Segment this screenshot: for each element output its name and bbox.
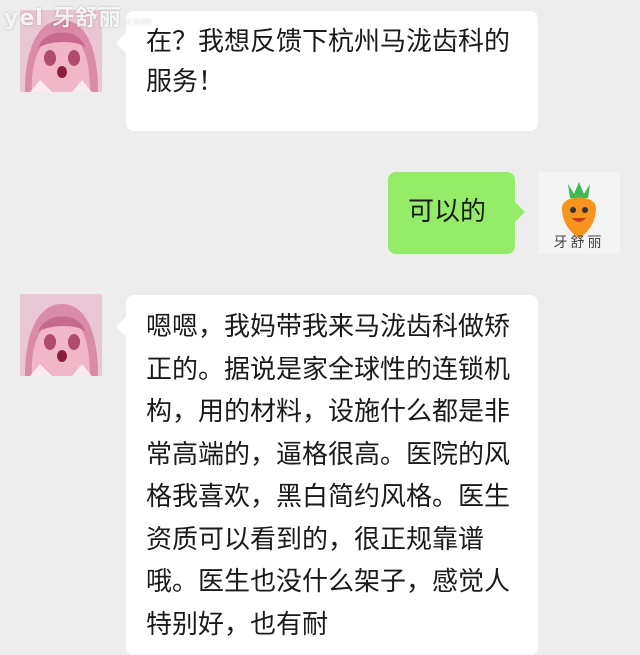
- brand-avatar[interactable]: 牙舒丽: [538, 172, 620, 254]
- message-bubble-incoming[interactable]: 嗯嗯，我妈带我来马泷齿科做矫正的。据说是家全球性的连锁机构，用的材料，设施什么都…: [116, 295, 538, 655]
- watermark-logo: yel 牙舒丽.com: [4, 0, 153, 32]
- user-avatar[interactable]: [20, 294, 102, 376]
- watermark-domain: .com: [121, 15, 153, 28]
- bubble-tail: [116, 317, 126, 337]
- bubble-tail: [116, 33, 126, 53]
- message-bubble-incoming[interactable]: 在？我想反馈下杭州马泷齿科的服务！: [116, 11, 538, 131]
- watermark-site: 牙舒丽: [52, 6, 122, 31]
- anime-girl-avatar-icon: [20, 294, 102, 376]
- brand-avatar-label: 牙舒丽: [553, 235, 605, 251]
- watermark-brand: yel: [4, 6, 44, 31]
- bubble-tail: [515, 202, 525, 222]
- message-text: 在？我想反馈下杭州马泷齿科的服务！: [146, 27, 511, 97]
- message-text: 可以的: [408, 197, 487, 227]
- message-bubble-outgoing[interactable]: 可以的: [388, 172, 525, 254]
- message-text: 嗯嗯，我妈带我来马泷齿科做矫正的。据说是家全球性的连锁机构，用的材料，设施什么都…: [146, 312, 511, 640]
